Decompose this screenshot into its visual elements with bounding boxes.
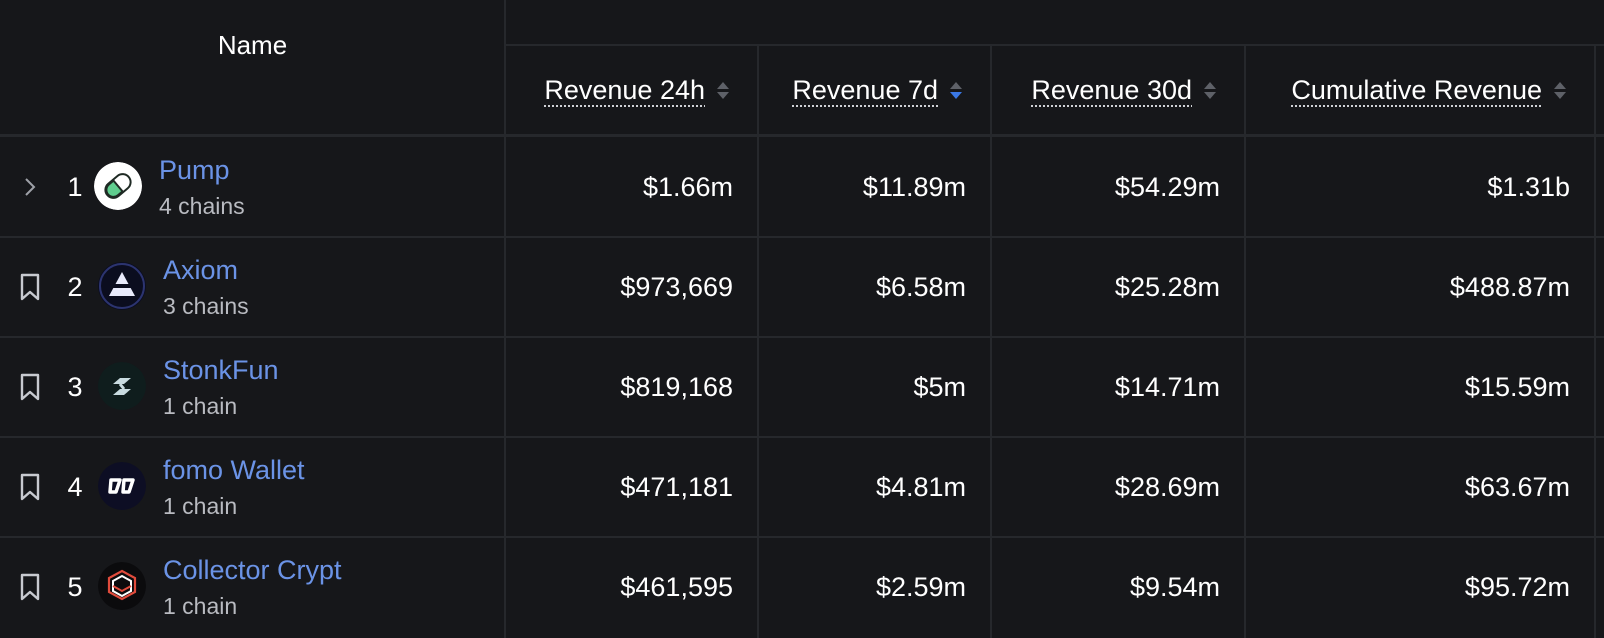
table-row: 1 Pump 4 chains $1.66m $11.89m $54.29m $… <box>0 137 1604 237</box>
revenue-30d-value: $14.71m <box>1114 371 1220 402</box>
chain-count: 3 chains <box>163 293 249 319</box>
chain-count: 1 chain <box>163 493 238 519</box>
revenue-24h-value: $461,595 <box>620 571 733 602</box>
name-cell: 5 Collector Crypt 1 chain <box>0 537 505 637</box>
revenue-30d-header[interactable]: Revenue 30d <box>992 46 1244 135</box>
bookmark-icon[interactable] <box>18 273 42 301</box>
name-cell: 3 StonkFun 1 chain <box>0 337 505 437</box>
sort-desc-icon <box>950 82 962 99</box>
protocol-name-link[interactable]: Collector Crypt <box>163 555 342 586</box>
revenue-24h-value: $471,181 <box>620 471 733 502</box>
protocol-name-link[interactable]: Axiom <box>163 255 238 286</box>
sort-icon <box>717 82 729 99</box>
bookmark-icon[interactable] <box>18 473 42 501</box>
revenue-30d-value: $28.69m <box>1114 471 1220 502</box>
revenue-24h-value: $819,168 <box>620 371 733 402</box>
name-cell: 2 Axiom 3 chains <box>0 237 505 337</box>
sort-icon <box>1204 82 1216 99</box>
protocol-name-link[interactable]: StonkFun <box>163 355 279 386</box>
pill-icon <box>94 162 142 210</box>
chain-count: 1 chain <box>163 593 238 619</box>
revenue-7d-label: Revenue 7d <box>792 75 938 105</box>
revenue-table: Name Revenue 24h Revenue 7d Revenue 30d … <box>0 0 1604 638</box>
revenue-30d-label: Revenue 30d <box>1031 75 1192 105</box>
cumulative-revenue-value: $95.72m <box>1464 571 1570 602</box>
cumulative-revenue-label: Cumulative Revenue <box>1291 75 1542 105</box>
protocol-name-link[interactable]: Pump <box>159 155 230 186</box>
name-cell: 4 fomo Wallet 1 chain <box>0 437 505 537</box>
fomo-icon <box>98 462 146 510</box>
revenue-24h-label: Revenue 24h <box>544 75 705 105</box>
cumulative-revenue-value: $1.31b <box>1487 171 1570 202</box>
table-row: 5 Collector Crypt 1 chain $461,595 $2.59… <box>0 537 1604 637</box>
cumulative-revenue-value: $63.67m <box>1464 471 1570 502</box>
chevron-right-icon[interactable] <box>18 173 42 201</box>
table-row: 3 StonkFun 1 chain $819,168 $5m $14.71m … <box>0 337 1604 437</box>
rank: 1 <box>67 171 83 202</box>
rank: 3 <box>67 371 83 402</box>
revenue-7d-value: $5m <box>913 371 966 402</box>
rank: 5 <box>67 571 83 602</box>
cumulative-revenue-header[interactable]: Cumulative Revenue <box>1246 46 1594 135</box>
revenue-7d-value: $4.81m <box>875 471 966 502</box>
revenue-24h-value: $973,669 <box>620 271 733 302</box>
stonkfun-icon <box>98 362 146 410</box>
protocol-name-link[interactable]: fomo Wallet <box>163 455 305 486</box>
table-row: 4 fomo Wallet 1 chain $471,181 $4.81m $2… <box>0 437 1604 537</box>
name-column-header: Name <box>217 29 288 60</box>
revenue-7d-value: $11.89m <box>862 171 966 202</box>
chain-count: 4 chains <box>159 193 245 219</box>
axiom-triangle-icon <box>98 262 146 310</box>
revenue-24h-value: $1.66m <box>642 171 733 202</box>
name-cell: 1 Pump 4 chains <box>0 137 505 237</box>
bookmark-icon[interactable] <box>18 573 42 601</box>
revenue-24h-header[interactable]: Revenue 24h <box>506 46 757 135</box>
sort-icon <box>1554 82 1566 99</box>
revenue-30d-value: $9.54m <box>1129 571 1220 602</box>
collector-crypt-icon <box>98 562 146 610</box>
cumulative-revenue-value: $15.59m <box>1464 371 1570 402</box>
revenue-30d-value: $54.29m <box>1114 171 1220 202</box>
revenue-30d-value: $25.28m <box>1114 271 1220 302</box>
revenue-7d-value: $6.58m <box>875 271 966 302</box>
revenue-7d-header[interactable]: Revenue 7d <box>759 46 990 135</box>
bookmark-icon[interactable] <box>18 373 42 401</box>
cumulative-revenue-value: $488.87m <box>1449 271 1570 302</box>
revenue-7d-value: $2.59m <box>875 571 966 602</box>
rank: 2 <box>67 271 83 302</box>
rank: 4 <box>67 471 83 502</box>
chain-count: 1 chain <box>163 393 238 419</box>
table-row: 2 Axiom 3 chains $973,669 $6.58m $25.28m… <box>0 237 1604 337</box>
